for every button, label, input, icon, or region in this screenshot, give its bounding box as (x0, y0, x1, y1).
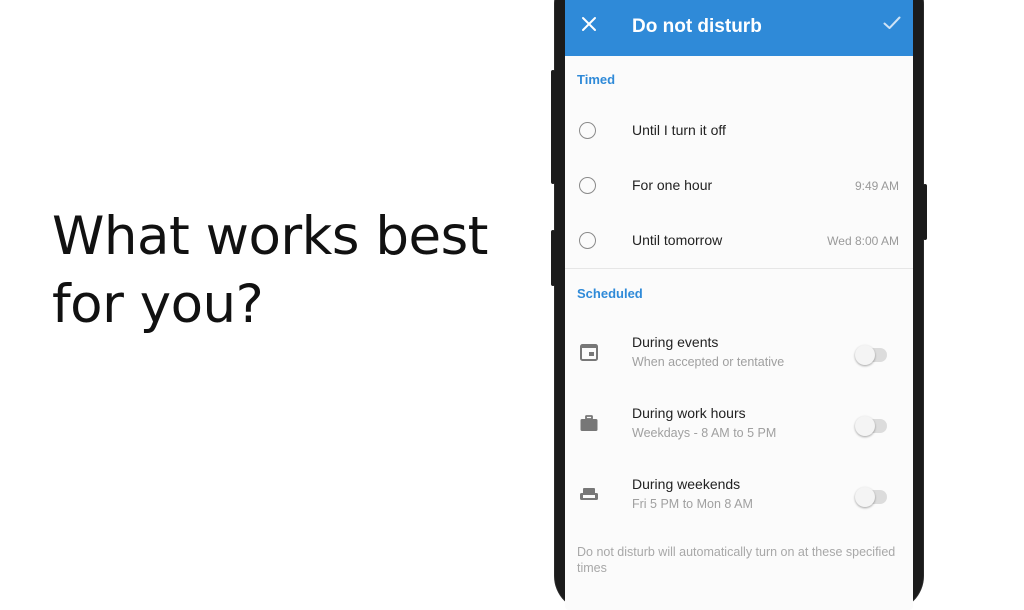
schedule-item-subtitle: When accepted or tentative (632, 355, 785, 369)
radio-button[interactable] (579, 232, 596, 249)
toggle-knob (855, 487, 875, 507)
schedule-item-work-hours[interactable]: During work hours Weekdays - 8 AM to 5 P… (565, 396, 913, 456)
schedule-item-title: During work hours (632, 405, 746, 421)
schedule-item-events[interactable]: During events When accepted or tentative (565, 325, 913, 385)
timed-option-label: For one hour (632, 177, 713, 193)
section-divider (565, 268, 913, 269)
toggle-switch[interactable] (855, 487, 887, 507)
calendar-event-icon (579, 342, 599, 362)
check-icon[interactable] (881, 14, 903, 34)
timed-option-label: Until I turn it off (632, 122, 726, 138)
app-bar: Do not disturb (565, 0, 913, 56)
timed-option-time: Wed 8:00 AM (827, 234, 899, 248)
phone-side-button (551, 70, 555, 184)
toggle-knob (855, 345, 875, 365)
section-label-timed: Timed (577, 72, 616, 87)
briefcase-icon (579, 413, 599, 433)
toggle-switch[interactable] (855, 345, 887, 365)
timed-option-until-off[interactable]: Until I turn it off (565, 103, 913, 158)
toggle-knob (855, 416, 875, 436)
close-icon[interactable] (579, 14, 599, 34)
schedule-item-weekends[interactable]: During weekends Fri 5 PM to Mon 8 AM (565, 467, 913, 527)
headline-line-1: What works best (52, 206, 488, 267)
phone-screen: Do not disturb Timed Until I turn it off… (565, 0, 913, 610)
couch-icon (579, 484, 599, 504)
page-title: Do not disturb (632, 16, 762, 37)
schedule-item-title: During events (632, 334, 719, 350)
toggle-switch[interactable] (855, 416, 887, 436)
timed-option-time: 9:49 AM (854, 179, 899, 193)
footer-note: Do not disturb will automatically turn o… (577, 545, 896, 575)
headline: What works best for you? (52, 203, 522, 339)
schedule-item-title: During weekends (632, 476, 741, 492)
schedule-item-subtitle: Weekdays - 8 AM to 5 PM (632, 426, 777, 440)
timed-option-label: Until tomorrow (632, 232, 723, 248)
schedule-item-subtitle: Fri 5 PM to Mon 8 AM (632, 497, 753, 511)
headline-line-2: for you? (52, 274, 264, 335)
timed-option-one-hour[interactable]: For one hour 9:49 AM (565, 158, 913, 213)
radio-button[interactable] (579, 122, 596, 139)
phone-side-button (551, 230, 555, 286)
phone-frame: Do not disturb Timed Until I turn it off… (551, 0, 927, 610)
section-label-scheduled: Scheduled (577, 286, 643, 301)
timed-option-until-tomorrow[interactable]: Until tomorrow Wed 8:00 AM (565, 213, 913, 268)
radio-button[interactable] (579, 177, 596, 194)
phone-side-button (923, 184, 927, 240)
